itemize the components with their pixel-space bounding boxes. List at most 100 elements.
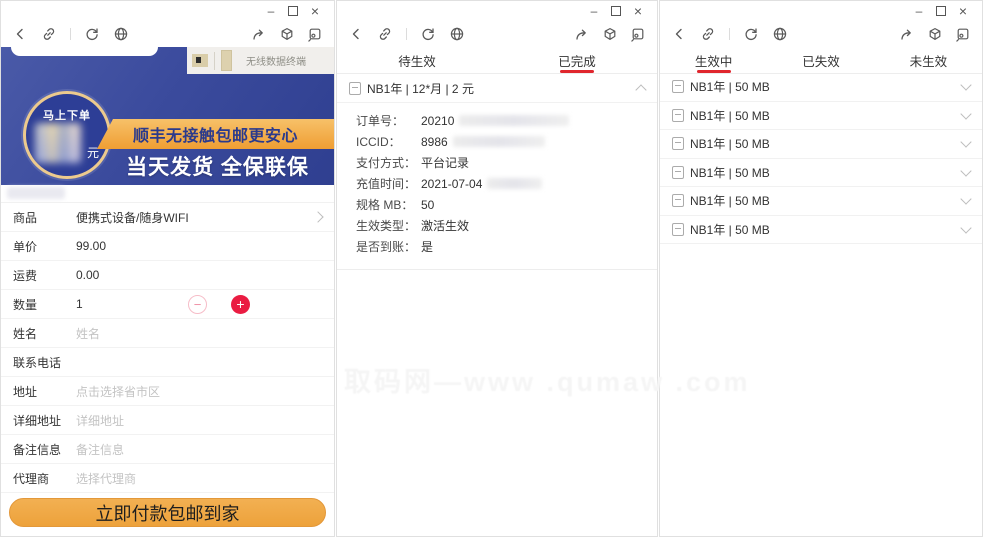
status-tab[interactable]: 已失效 [767, 47, 874, 73]
field-input[interactable]: 点击选择省市区 [76, 383, 160, 400]
list-item[interactable]: NB1年 | 50 MB [660, 102, 982, 130]
window-close-button[interactable]: × [304, 3, 326, 19]
form-row[interactable]: 联系电话 [1, 348, 334, 377]
detail-value: 20210 [421, 114, 570, 128]
product-teaser-card[interactable]: 无线数据终端 [187, 47, 334, 74]
status-tab[interactable]: 生效中 [660, 47, 767, 73]
field-value: 0.00 [76, 268, 100, 282]
maximize-icon [936, 6, 946, 16]
plans-list-window: – × 生效中 已失效 未生效 NB1年 | 50 MB NB1年 | 50 M… [659, 0, 983, 537]
list-item-label: NB1年 | 50 MB [690, 194, 770, 209]
titlebar: – × [1, 1, 334, 21]
list-item[interactable]: NB1年 | 50 MB [660, 187, 982, 216]
status-tab[interactable]: 待生效 [337, 47, 497, 73]
miniprogram-cube-icon[interactable] [602, 26, 618, 42]
status-tab[interactable]: 未生效 [875, 47, 982, 73]
list-item[interactable]: NB1年 | 50 MB [660, 159, 982, 187]
globe-icon[interactable] [449, 26, 465, 42]
miniprogram-cube-icon[interactable] [927, 26, 943, 42]
product-teaser-label: 无线数据终端 [246, 57, 306, 68]
field-label: 运费 [13, 268, 38, 283]
form-row[interactable]: 单价 99.00 [1, 232, 334, 261]
window-close-button[interactable]: × [952, 3, 974, 19]
window-minimize-button[interactable]: – [260, 3, 282, 19]
form-row[interactable]: 备注信息 备注信息 [1, 435, 334, 464]
form-row[interactable]: 商品 便携式设备/随身WIFI [1, 203, 334, 232]
back-icon[interactable] [348, 26, 364, 42]
status-tab[interactable]: 已完成 [497, 47, 657, 73]
share-icon[interactable] [251, 26, 267, 42]
list-item[interactable]: NB1年 | 50 MB [660, 73, 982, 102]
field-value: 99.00 [76, 239, 107, 253]
window-maximize-button[interactable] [282, 3, 304, 19]
toolbar-separator [729, 28, 730, 40]
back-icon[interactable] [12, 26, 28, 42]
detail-value: 8986 [421, 135, 545, 149]
field-input[interactable]: 姓名 [76, 325, 100, 342]
detail-row: 订单号： 20210 [337, 110, 657, 131]
miniprogram-cube-icon[interactable] [279, 26, 295, 42]
field-input[interactable]: 详细地址 [76, 412, 124, 429]
detail-value-text: 激活生效 [421, 219, 470, 233]
badge-unit-label: 元 [86, 146, 99, 160]
field-label: 姓名 [13, 326, 38, 341]
form-row[interactable]: 姓名 姓名 [1, 319, 334, 348]
form-row[interactable]: 地址 点击选择省市区 [1, 377, 334, 406]
window-maximize-button[interactable] [930, 3, 952, 19]
share-icon[interactable] [574, 26, 590, 42]
globe-icon[interactable] [772, 26, 788, 42]
back-icon[interactable] [671, 26, 687, 42]
globe-icon[interactable] [113, 26, 129, 42]
field-input[interactable]: 选择代理商 [76, 470, 136, 487]
window-maximize-button[interactable] [605, 3, 627, 19]
pip-window-icon[interactable] [630, 26, 646, 42]
window-minimize-button[interactable]: – [583, 3, 605, 19]
form-row[interactable]: 代理商 选择代理商 [1, 464, 334, 493]
pip-window-icon[interactable] [307, 26, 323, 42]
pip-window-icon[interactable] [955, 26, 971, 42]
badge-label: 马上下单 [43, 110, 91, 122]
detail-value-text: 8986 [421, 134, 448, 149]
copy-link-icon[interactable] [41, 26, 57, 42]
form-row[interactable]: 运费 0.00 [1, 261, 334, 290]
redacted-blur [487, 178, 543, 189]
quantity-minus-button[interactable]: − [188, 294, 207, 314]
redacted-blur [459, 115, 570, 126]
titlebar: – × [337, 1, 657, 21]
row-chevron-right-icon [312, 211, 324, 223]
tab-label: 已完成 [558, 54, 596, 69]
field-label: 单价 [13, 239, 38, 254]
toolbar [660, 21, 982, 47]
tab-label: 已失效 [802, 54, 840, 69]
field-value: 便携式设备/随身WIFI [76, 210, 189, 225]
refresh-icon[interactable] [420, 26, 436, 42]
copy-link-icon[interactable] [377, 26, 393, 42]
plan-doc-icon [672, 165, 684, 179]
order-card-header[interactable]: NB1年 | 12*月 | 2 元 [337, 74, 657, 103]
detail-label: 订单号： [356, 114, 405, 128]
field-label: 商品 [13, 210, 38, 225]
window-minimize-button[interactable]: – [908, 3, 930, 19]
field-label: 数量 [13, 297, 38, 312]
pay-button[interactable]: 立即付款包邮到家 [9, 498, 326, 527]
detail-row: ICCID： 8986 [337, 131, 657, 152]
plan-doc-icon [672, 137, 684, 151]
quantity-plus-button[interactable]: + [231, 294, 250, 314]
refresh-icon[interactable] [743, 26, 759, 42]
expand-chevron-icon [960, 193, 972, 205]
field-label: 地址 [13, 384, 38, 399]
form-row[interactable]: 数量 1 − + [1, 290, 334, 319]
detail-value: 是 [421, 238, 433, 255]
share-icon[interactable] [899, 26, 915, 42]
refresh-icon[interactable] [84, 26, 100, 42]
detail-row: 规格 MB： 50 [337, 194, 657, 215]
field-label: 备注信息 [13, 442, 62, 457]
list-item[interactable]: NB1年 | 50 MB [660, 130, 982, 159]
plan-doc-icon [672, 194, 684, 208]
form-row[interactable]: 详细地址 详细地址 [1, 406, 334, 435]
window-close-button[interactable]: × [627, 3, 649, 19]
status-tabs: 待生效 已完成 [337, 47, 657, 74]
field-input[interactable]: 备注信息 [76, 441, 124, 458]
copy-link-icon[interactable] [700, 26, 716, 42]
list-item[interactable]: NB1年 | 50 MB [660, 216, 982, 244]
